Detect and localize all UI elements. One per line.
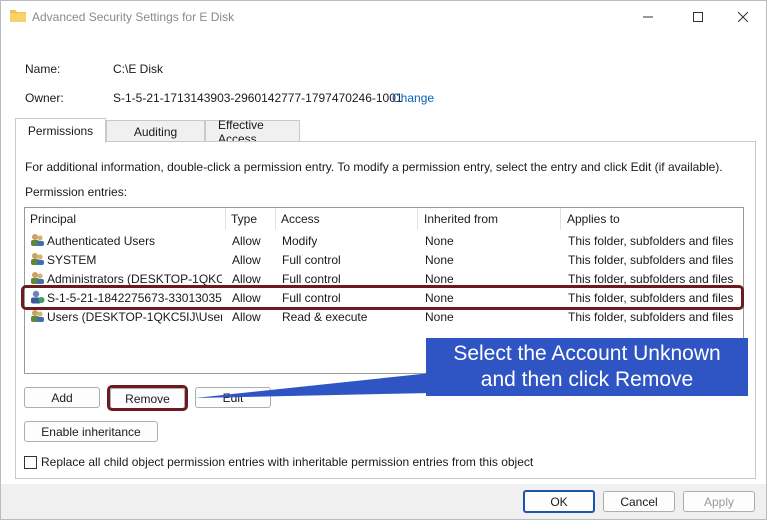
close-button[interactable] xyxy=(720,1,766,32)
inherited-cell: None xyxy=(425,253,454,267)
maximize-button[interactable] xyxy=(675,1,721,32)
access-cell: Read & execute xyxy=(282,310,368,324)
security-settings-window: Advanced Security Settings for E Disk Na… xyxy=(0,0,767,520)
applies-cell: This folder, subfolders and files xyxy=(568,253,734,267)
window-title: Advanced Security Settings for E Disk xyxy=(32,10,235,24)
name-value: C:\E Disk xyxy=(113,62,164,76)
maximize-icon xyxy=(693,11,703,22)
tab-auditing[interactable]: Auditing xyxy=(106,120,205,142)
applies-cell: This folder, subfolders and files xyxy=(568,234,734,248)
access-cell: Full control xyxy=(282,253,341,267)
remove-button-highlight xyxy=(107,385,188,411)
name-label: Name: xyxy=(25,62,61,76)
minimize-icon xyxy=(643,16,653,17)
replace-child-permissions-label: Replace all child object permission entr… xyxy=(41,455,534,469)
users-icon xyxy=(31,310,44,322)
principal-cell: Authenticated Users xyxy=(47,234,156,248)
principal-cell: Administrators (DESKTOP-1QKC... xyxy=(47,272,222,286)
folder-icon xyxy=(10,10,26,22)
selected-row-highlight xyxy=(21,285,744,310)
type-cell: Allow xyxy=(232,272,261,286)
callout-line-1: Select the Account Unknown xyxy=(453,342,721,365)
info-text: For additional information, double-click… xyxy=(25,160,723,174)
add-button[interactable]: Add xyxy=(24,387,100,408)
apply-button[interactable]: Apply xyxy=(683,491,755,512)
column-divider[interactable] xyxy=(225,208,226,230)
column-inherited-from[interactable]: Inherited from xyxy=(424,212,498,226)
table-row[interactable]: Authenticated Users Allow Modify None Th… xyxy=(26,231,742,250)
column-principal[interactable]: Principal xyxy=(30,212,76,226)
applies-cell: This folder, subfolders and files xyxy=(568,310,734,324)
access-cell: Modify xyxy=(282,234,318,248)
principal-cell: Users (DESKTOP-1QKC5IJ\Users) xyxy=(47,310,222,324)
column-type[interactable]: Type xyxy=(231,212,257,226)
inherited-cell: None xyxy=(425,234,454,248)
ok-button[interactable]: OK xyxy=(523,490,595,513)
cancel-button[interactable]: Cancel xyxy=(603,491,675,512)
users-icon xyxy=(31,234,44,246)
change-owner-link[interactable]: Change xyxy=(392,91,434,105)
principal-cell: SYSTEM xyxy=(47,253,97,267)
callout-line-2: and then click Remove xyxy=(480,368,694,391)
type-cell: Allow xyxy=(232,253,261,267)
list-header: Principal Type Access Inherited from App… xyxy=(25,208,743,230)
replace-child-permissions-checkbox[interactable] xyxy=(24,456,37,469)
instruction-callout: Select the Account Unknown and then clic… xyxy=(426,338,748,396)
column-divider[interactable] xyxy=(560,208,561,230)
applies-cell: This folder, subfolders and files xyxy=(568,272,734,286)
type-cell: Allow xyxy=(232,310,261,324)
users-icon xyxy=(31,253,44,265)
inherited-cell: None xyxy=(425,272,454,286)
tab-permissions[interactable]: Permissions xyxy=(15,118,106,143)
title-bar: Advanced Security Settings for E Disk xyxy=(1,1,766,32)
column-applies-to[interactable]: Applies to xyxy=(567,212,620,226)
close-icon xyxy=(738,11,748,22)
column-access[interactable]: Access xyxy=(281,212,320,226)
owner-label: Owner: xyxy=(25,91,64,105)
tab-effective-access[interactable]: Effective Access xyxy=(205,118,300,146)
type-cell: Allow xyxy=(232,234,261,248)
permission-entries-label: Permission entries: xyxy=(25,185,128,199)
table-row[interactable]: SYSTEM Allow Full control None This fold… xyxy=(26,250,742,269)
inherited-cell: None xyxy=(425,310,454,324)
column-divider[interactable] xyxy=(275,208,276,230)
users-icon xyxy=(31,272,44,284)
callout-pointer xyxy=(195,373,431,398)
enable-inheritance-button[interactable]: Enable inheritance xyxy=(24,421,158,442)
access-cell: Full control xyxy=(282,272,341,286)
minimize-button[interactable] xyxy=(625,1,671,32)
column-divider[interactable] xyxy=(417,208,418,230)
owner-value: S-1-5-21-1713143903-2960142777-179747024… xyxy=(113,91,403,105)
